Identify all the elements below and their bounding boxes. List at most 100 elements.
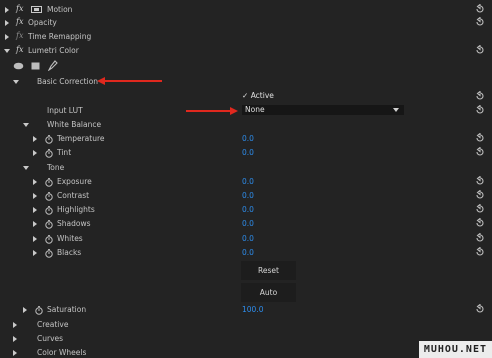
expand-triangle-icon[interactable] [33,221,37,227]
input-lut-label: Input LUT [47,106,83,115]
collapse-triangle-icon[interactable] [13,80,19,84]
effect-label: Time Remapping [28,32,92,41]
param-value[interactable]: 0.0 [242,148,254,157]
reset-icon[interactable] [475,147,485,157]
reset-icon[interactable] [475,105,485,115]
collapse-triangle-icon[interactable] [23,166,29,170]
fx-toggle-icon[interactable]: fx [16,4,23,13]
reset-icon[interactable] [475,4,485,14]
expand-triangle-icon[interactable] [33,150,37,156]
active-row: ✓ Active [0,90,492,104]
fx-toggle-icon[interactable]: fx [16,31,23,40]
reset-icon[interactable] [475,247,485,257]
param-value[interactable]: 0.0 [242,177,254,186]
stopwatch-icon[interactable] [45,149,53,158]
param-value[interactable]: 0.0 [242,134,254,143]
reset-icon[interactable] [475,204,485,214]
param-row-shadows: Shadows 0.0 [0,217,492,231]
reset-button[interactable]: Reset [241,261,296,280]
expand-triangle-icon[interactable] [33,207,37,213]
param-row-highlights: Highlights 0.0 [0,203,492,217]
param-value[interactable]: 0.0 [242,234,254,243]
param-label: Whites [57,234,83,243]
reset-icon[interactable] [475,304,485,314]
section-creative[interactable]: Creative [0,318,492,332]
expand-triangle-icon[interactable] [5,34,9,40]
section-label: Curves [37,334,64,343]
stopwatch-icon[interactable] [45,178,53,187]
section-label: Tone [47,163,65,172]
effect-row-lumetri-color[interactable]: fx Lumetri Color [0,44,492,58]
expand-triangle-icon[interactable] [13,336,17,342]
fx-toggle-icon[interactable]: fx [16,45,23,54]
section-label: Creative [37,320,69,329]
param-value[interactable]: 0.0 [242,248,254,257]
collapse-triangle-icon[interactable] [23,123,29,127]
input-lut-row: Input LUT None [0,104,492,118]
transform-icon [31,6,42,13]
section-label: Basic Correction [37,77,99,86]
expand-triangle-icon[interactable] [13,350,17,356]
param-row-tint: Tint 0.0 [0,146,492,160]
expand-triangle-icon[interactable] [5,7,9,13]
param-row-exposure: Exposure 0.0 [0,175,492,189]
reset-icon[interactable] [475,133,485,143]
param-value[interactable]: 100.0 [242,305,263,314]
expand-triangle-icon[interactable] [33,236,37,242]
mask-tools-row [0,59,492,73]
chevron-down-icon [393,108,399,112]
reset-icon[interactable] [475,190,485,200]
pen-mask-icon[interactable] [47,60,58,73]
stopwatch-icon[interactable] [45,249,53,258]
rectangle-mask-icon[interactable] [31,62,40,72]
reset-icon[interactable] [475,17,485,27]
param-value[interactable]: 0.0 [242,219,254,228]
param-value[interactable]: 0.0 [242,205,254,214]
section-label: Color Wheels [37,348,87,357]
fx-toggle-icon[interactable]: fx [16,17,23,26]
effect-label: Lumetri Color [28,46,79,55]
watermark: MUHOU.NET [418,341,492,358]
reset-icon[interactable] [475,91,485,101]
expand-triangle-icon[interactable] [13,322,17,328]
stopwatch-icon[interactable] [45,135,53,144]
param-value[interactable]: 0.0 [242,191,254,200]
effect-row-opacity[interactable]: fx Opacity [0,16,492,30]
param-label: Tint [57,148,72,157]
reset-icon[interactable] [475,218,485,228]
stopwatch-icon[interactable] [35,306,43,315]
param-label: Contrast [57,191,90,200]
auto-button[interactable]: Auto [241,283,296,302]
input-lut-dropdown[interactable]: None [242,105,404,115]
effect-row-motion[interactable]: fx Motion [0,2,492,16]
section-white-balance[interactable]: White Balance [0,118,492,132]
expand-triangle-icon[interactable] [33,193,37,199]
expand-triangle-icon[interactable] [33,136,37,142]
section-basic-correction[interactable]: Basic Correction [0,75,492,89]
param-label: Highlights [57,205,95,214]
ellipse-mask-icon[interactable] [13,62,24,72]
stopwatch-icon[interactable] [45,206,53,215]
param-row-blacks: Blacks 0.0 [0,246,492,260]
stopwatch-icon[interactable] [45,220,53,229]
section-tone[interactable]: Tone [0,161,492,175]
effect-controls-panel: fx Motion fx Opacity fx Time Remapping f… [0,0,492,358]
effect-row-time-remapping[interactable]: fx Time Remapping [0,30,492,44]
dropdown-value: None [245,105,265,114]
expand-triangle-icon[interactable] [5,20,9,26]
expand-triangle-icon[interactable] [23,307,27,313]
stopwatch-icon[interactable] [45,235,53,244]
reset-icon[interactable] [475,176,485,186]
active-checkbox[interactable]: ✓ Active [242,91,274,100]
section-label: White Balance [47,120,102,129]
expand-triangle-icon[interactable] [33,179,37,185]
param-label: Shadows [57,219,91,228]
param-row-temperature: Temperature 0.0 [0,132,492,146]
reset-icon[interactable] [475,233,485,243]
stopwatch-icon[interactable] [45,192,53,201]
param-label: Temperature [57,134,105,143]
param-label: Blacks [57,248,82,257]
reset-icon[interactable] [475,45,485,55]
collapse-triangle-icon[interactable] [4,49,10,53]
expand-triangle-icon[interactable] [33,250,37,256]
